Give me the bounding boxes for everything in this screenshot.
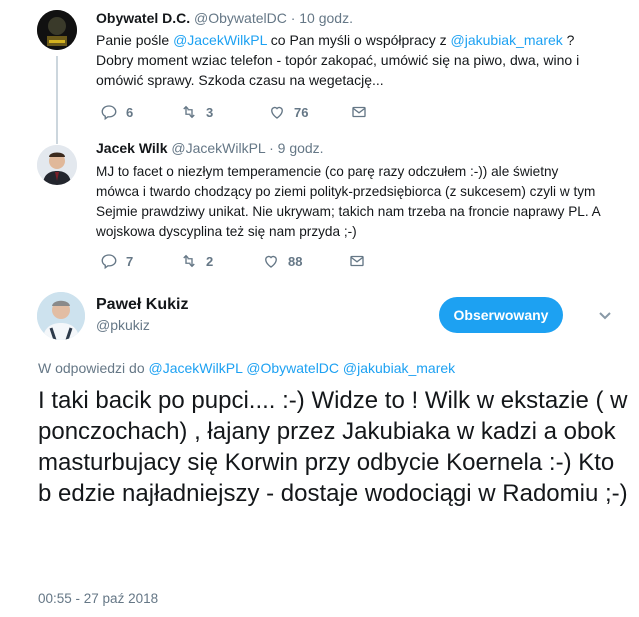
retweet-count: 2 (206, 253, 214, 269)
main-author-handle[interactable]: @pkukiz (96, 317, 150, 333)
reply-button[interactable]: 6 (100, 103, 180, 121)
following-button[interactable]: Obserwowany (439, 297, 563, 333)
reply-count: 6 (126, 104, 134, 120)
like-button[interactable]: 76 (268, 103, 350, 121)
chevron-down-icon[interactable] (598, 308, 612, 326)
reply-icon (101, 254, 117, 270)
tweet-text: Panie pośle @JacekWilkPL co Pan myśli o … (96, 30, 596, 90)
tweet-timestamp[interactable]: 00:55 - 27 paź 2018 (38, 591, 158, 606)
retweet-button[interactable]: 3 (180, 103, 268, 121)
tweet-obywatel: Obywatel D.C. @ObywatelDC · 10 godz. Pan… (0, 0, 639, 144)
retweet-count: 3 (206, 104, 214, 120)
author-handle[interactable]: @ObywatelDC (194, 10, 287, 26)
like-button[interactable]: 88 (262, 252, 348, 270)
thread-line (56, 56, 58, 144)
mention-link[interactable]: @JacekWilkPL (173, 32, 267, 48)
reply-count: 7 (126, 253, 134, 269)
author-name[interactable]: Obywatel D.C. (96, 10, 190, 26)
main-author-name[interactable]: Paweł Kukiz (96, 296, 188, 314)
like-count: 76 (294, 104, 309, 120)
reply-button[interactable]: 7 (100, 252, 180, 270)
message-button[interactable] (350, 103, 368, 121)
message-button[interactable] (348, 252, 366, 270)
message-icon (352, 106, 366, 118)
tweet-time[interactable]: · 10 godz. (291, 10, 353, 26)
like-icon (271, 106, 283, 119)
text-part: co Pan myśli o współpracy z (266, 32, 451, 48)
mention-link[interactable]: @jakubiak_marek (451, 32, 563, 48)
message-icon (350, 255, 364, 267)
avatar[interactable] (37, 145, 77, 185)
main-avatar[interactable] (37, 292, 85, 340)
retweet-button[interactable]: 2 (180, 252, 262, 270)
like-count: 88 (288, 253, 303, 269)
tweet-header: Obywatel D.C. @ObywatelDC · 10 godz. (96, 10, 353, 26)
tweet-wilk: Jacek Wilk @JacekWilkPL · 9 godz. MJ to … (0, 140, 639, 285)
author-name[interactable]: Jacek Wilk (96, 140, 167, 156)
avatar[interactable] (37, 10, 77, 50)
main-tweet-text: I taki bacik po pupci.... :-) Widze to !… (38, 387, 628, 507)
tweet-text: MJ to facet o niezłym temperamencie (co … (96, 164, 600, 239)
reply-to-line: W odpowiedzi do @JacekWilkPL @ObywatelDC… (38, 360, 455, 376)
tweet-actions: 6 3 76 (100, 103, 368, 121)
text-part: Panie pośle (96, 32, 174, 48)
retweet-icon (183, 105, 195, 119)
tweet-time[interactable]: · 9 godz. (269, 140, 323, 156)
author-handle[interactable]: @JacekWilkPL (171, 140, 265, 156)
like-icon (265, 255, 277, 268)
reply-mentions[interactable]: @JacekWilkPL @ObywatelDC @jakubiak_marek (149, 360, 456, 376)
tweet-header: Jacek Wilk @JacekWilkPL · 9 godz. (96, 140, 324, 156)
reply-icon (101, 105, 117, 121)
reply-prefix: W odpowiedzi do (38, 360, 149, 376)
retweet-icon (183, 254, 195, 268)
tweet-actions: 7 2 88 (100, 252, 366, 270)
